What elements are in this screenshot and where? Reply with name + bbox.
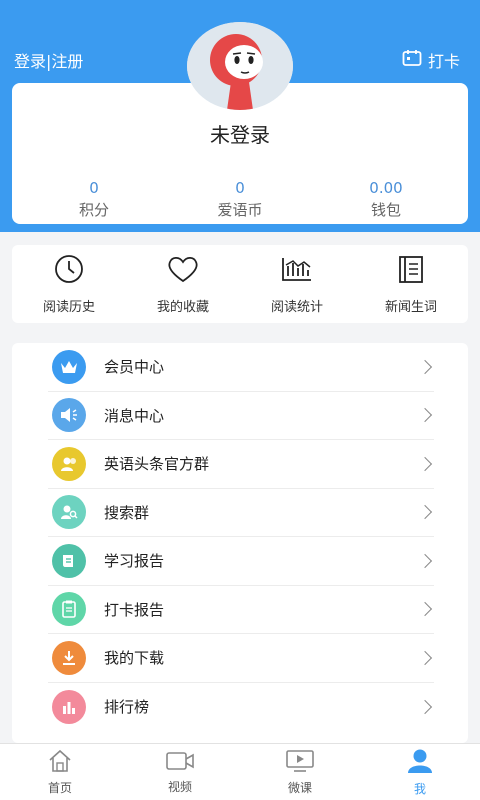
menu-item-label: 打卡报告 (104, 600, 165, 619)
chevron-right-icon (417, 553, 433, 568)
chevron-right-icon (417, 408, 433, 423)
quick-news-words-label: 新闻生词 (384, 299, 437, 315)
menu-item-label: 英语头条官方群 (104, 455, 210, 474)
quick-favorites-label: 我的收藏 (156, 299, 209, 315)
avatar[interactable] (187, 22, 293, 110)
quick-actions: 阅读历史 我的收藏 阅读统计 新闻生词 (12, 245, 468, 323)
quick-reading-stats[interactable]: 阅读统计 (240, 245, 354, 323)
login-register-link[interactable]: 登录|注册 (14, 48, 83, 72)
video-icon (165, 750, 195, 776)
menu-item-member-center[interactable]: 会员中心 (48, 343, 434, 392)
stat-wallet[interactable]: 0.00 钱包 (326, 179, 446, 220)
tab-home[interactable]: 首页 (0, 744, 120, 800)
download-icon (52, 640, 86, 675)
stat-coins-value: 0 (235, 179, 245, 197)
chevron-right-icon (417, 699, 433, 714)
tab-micro-course-label: 微课 (287, 780, 312, 795)
stat-wallet-label: 钱包 (370, 201, 401, 219)
stat-coins[interactable]: 0 爱语币 (180, 179, 300, 220)
menu-item-label: 排行榜 (104, 698, 150, 717)
notebook-icon (396, 254, 426, 288)
crown-icon (52, 349, 86, 384)
stat-points-label: 积分 (78, 201, 109, 219)
stat-coins-label: 爱语币 (217, 201, 263, 219)
menu-item-ranking[interactable]: 排行榜 (48, 683, 434, 732)
home-icon (47, 749, 73, 777)
menu-item-official-group[interactable]: 英语头条官方群 (48, 440, 434, 489)
search-group-icon (52, 495, 86, 530)
play-icon (285, 749, 315, 777)
checkin-label: 打卡 (427, 52, 460, 71)
menu-item-my-downloads[interactable]: 我的下载 (48, 634, 434, 683)
chart-icon (280, 254, 314, 288)
stat-wallet-value: 0.00 (369, 179, 403, 197)
tab-micro-course[interactable]: 微课 (240, 744, 360, 800)
chevron-right-icon (417, 602, 433, 617)
chevron-right-icon (417, 650, 433, 665)
menu-item-label: 会员中心 (104, 358, 165, 377)
bottom-tab-bar: 首页 视频 微课 我 (0, 743, 480, 800)
menu-item-study-report[interactable]: 学习报告 (48, 537, 434, 586)
user-icon (406, 748, 434, 778)
ranking-icon (52, 689, 86, 724)
quick-news-words[interactable]: 新闻生词 (354, 245, 468, 323)
chevron-right-icon (417, 456, 433, 471)
clock-icon (53, 254, 85, 288)
chevron-right-icon (417, 359, 433, 374)
stat-points-value: 0 (89, 179, 99, 197)
quick-reading-stats-label: 阅读统计 (270, 299, 323, 315)
report-icon (52, 543, 86, 578)
heart-icon (166, 254, 200, 288)
tab-me[interactable]: 我 (360, 744, 480, 800)
menu-item-label: 我的下载 (104, 649, 165, 668)
speaker-icon (52, 398, 86, 433)
chevron-right-icon (417, 505, 433, 520)
menu-item-label: 搜索群 (104, 503, 150, 522)
menu-item-message-center[interactable]: 消息中心 (48, 392, 434, 440)
menu-item-search-group[interactable]: 搜索群 (48, 489, 434, 537)
group-icon (52, 446, 86, 481)
menu-list: 会员中心 消息中心 英语头条官方群 搜索群 学习报告 打卡报告 我的下载 排行榜 (12, 343, 468, 743)
calendar-icon (402, 49, 422, 71)
quick-favorites[interactable]: 我的收藏 (126, 245, 240, 323)
menu-item-checkin-report[interactable]: 打卡报告 (48, 586, 434, 634)
quick-reading-history-label: 阅读历史 (42, 299, 95, 315)
checkin-button[interactable]: 打卡 (402, 48, 460, 72)
quick-reading-history[interactable]: 阅读历史 (12, 245, 126, 323)
tab-home-label: 首页 (47, 780, 72, 795)
stat-points[interactable]: 0 积分 (34, 179, 154, 220)
menu-item-label: 学习报告 (104, 552, 165, 571)
checkin-report-icon (52, 592, 86, 627)
tab-me-label: 我 (413, 781, 426, 796)
username[interactable]: 未登录 (12, 119, 468, 148)
menu-item-label: 消息中心 (104, 406, 165, 425)
tab-video-label: 视频 (167, 779, 192, 794)
tab-video[interactable]: 视频 (120, 744, 240, 800)
